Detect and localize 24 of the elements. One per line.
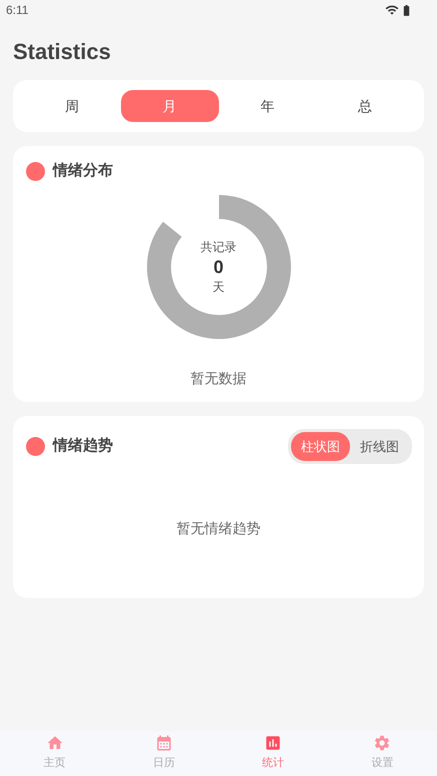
empty-message: 暂无情绪趋势 xyxy=(176,519,260,538)
nav-item[interactable]: 设置 xyxy=(328,731,437,776)
empty-message: 暂无数据 xyxy=(190,368,246,388)
total-label: 共记录 xyxy=(200,238,236,254)
status-time: 6:11 xyxy=(6,2,28,19)
wifi-icon xyxy=(385,3,399,17)
calendar-icon xyxy=(154,734,173,752)
home-icon xyxy=(46,734,64,752)
settings-icon xyxy=(373,734,392,752)
nav-item[interactable]: 统计 xyxy=(218,731,328,776)
nav-item[interactable]: 日历 xyxy=(109,731,218,776)
chart-type-option[interactable]: 折线图 xyxy=(350,432,409,461)
bar-chart-icon xyxy=(264,734,282,752)
period-tab[interactable]: 周 xyxy=(23,90,121,122)
total-count: 0 xyxy=(213,256,224,278)
nav-item[interactable]: 主页 xyxy=(0,731,110,776)
period-tab[interactable]: 月 xyxy=(120,90,218,122)
page-title: Statistics xyxy=(13,38,112,66)
unit-label: 天 xyxy=(212,278,224,294)
period-tab[interactable]: 年 xyxy=(218,90,316,122)
period-tab[interactable]: 总 xyxy=(316,90,414,122)
section-title: 情绪分布 xyxy=(53,161,113,181)
section-title: 情绪趋势 xyxy=(53,436,113,456)
chart-type-option[interactable]: 柱状图 xyxy=(291,432,350,461)
